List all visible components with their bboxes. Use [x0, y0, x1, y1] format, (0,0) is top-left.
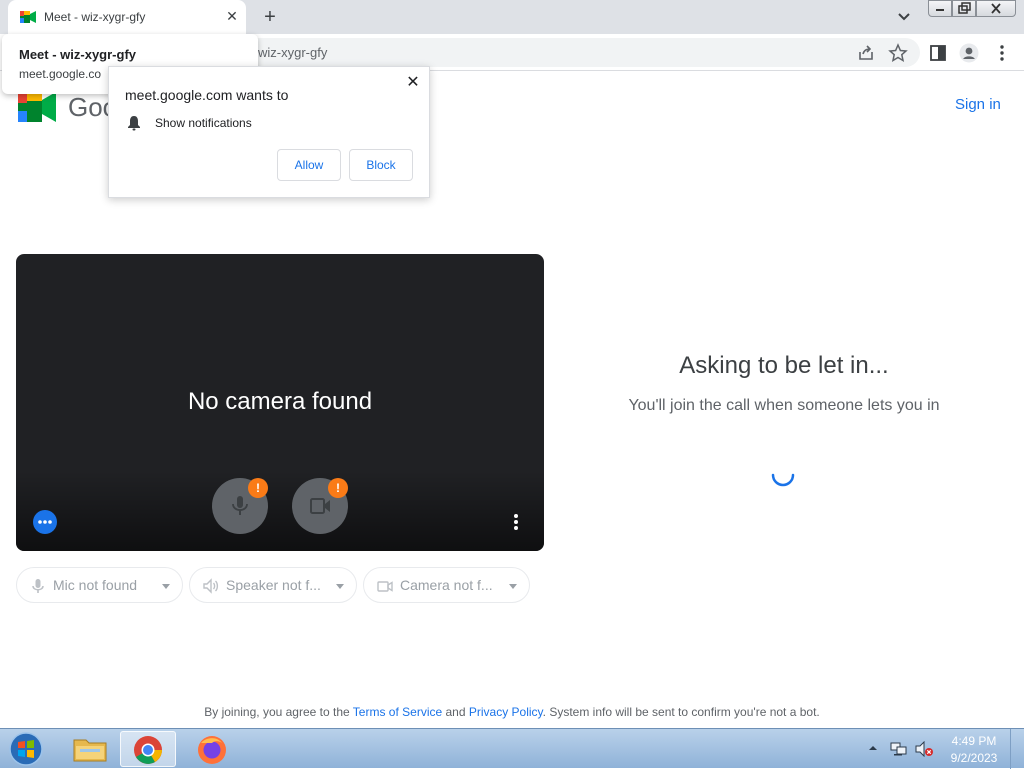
chrome-icon	[134, 736, 162, 764]
sign-in-link[interactable]: Sign in	[955, 96, 1001, 113]
terms-of-service-link[interactable]: Terms of Service	[353, 705, 442, 719]
speaker-device-label: Speaker not f...	[226, 577, 321, 593]
asking-subtitle: You'll join the call when someone lets y…	[628, 397, 940, 414]
camera-device-label: Camera not f...	[400, 577, 493, 593]
tab-meet[interactable]: Meet - wiz-xygr-gfy ✕	[8, 0, 246, 34]
close-icon	[991, 3, 1001, 14]
mic-device-select[interactable]: Mic not found	[16, 567, 183, 603]
show-hidden-icons-icon[interactable]	[868, 743, 878, 753]
video-bottom-gradient	[16, 471, 544, 551]
window-minimize-button[interactable]	[928, 0, 952, 17]
clock-time[interactable]: 4:49 PM	[946, 734, 1002, 748]
asking-title: Asking to be let in...	[679, 352, 889, 379]
hover-card-url: meet.google.co	[19, 67, 102, 81]
network-icon[interactable]	[890, 741, 908, 757]
hover-card-title: Meet - wiz-xygr-gfy	[19, 47, 137, 62]
tab-title: Meet - wiz-xygr-gfy	[44, 10, 146, 24]
permission-title: meet.google.com wants to	[125, 87, 289, 103]
window-close-button[interactable]	[976, 0, 1016, 17]
speaker-device-select[interactable]: Speaker not f...	[189, 567, 357, 603]
privacy-policy-link[interactable]: Privacy Policy	[469, 705, 543, 719]
permission-close-icon[interactable]: ✕	[405, 75, 421, 91]
new-tab-button[interactable]: +	[258, 6, 282, 28]
tab-strip: Meet - wiz-xygr-gfy ✕ +	[0, 0, 1024, 34]
footer-disclaimer: By joining, you agree to the Terms of Se…	[0, 705, 1024, 719]
address-bar-url[interactable]: wiz-xygr-gfy	[258, 45, 327, 60]
permission-request: Show notifications	[155, 116, 252, 130]
windows-start-icon[interactable]	[6, 731, 46, 767]
firefox-icon	[198, 736, 226, 764]
camera-warning-badge: !	[328, 478, 348, 498]
taskbar-firefox[interactable]	[184, 731, 240, 767]
restore-icon	[958, 2, 971, 14]
mic-device-label: Mic not found	[53, 577, 138, 593]
more-effects-button[interactable]	[33, 510, 57, 534]
clock-date[interactable]: 9/2/2023	[946, 751, 1002, 765]
taskbar-chrome[interactable]	[120, 731, 176, 767]
allow-button[interactable]: Allow	[277, 149, 341, 181]
no-camera-message: No camera found	[187, 388, 373, 415]
share-icon[interactable]	[856, 43, 876, 63]
footer-suffix: . System info will be sent to confirm yo…	[542, 705, 820, 719]
browser-menu-icon[interactable]	[992, 43, 1012, 63]
taskbar-file-explorer[interactable]	[62, 731, 118, 767]
profile-avatar-icon[interactable]	[959, 43, 979, 63]
chevron-down-icon	[336, 584, 344, 589]
footer-prefix: By joining, you agree to the	[204, 705, 353, 719]
camera-device-select[interactable]: Camera not f...	[363, 567, 530, 603]
speaker-icon	[203, 578, 219, 594]
more-options-icon[interactable]	[508, 512, 524, 532]
camera-icon	[377, 581, 393, 592]
bookmark-star-icon[interactable]	[888, 43, 908, 63]
block-button[interactable]: Block	[349, 149, 413, 181]
mic-warning-badge: !	[248, 478, 268, 498]
side-panel-icon[interactable]	[928, 43, 948, 63]
chevron-down-icon[interactable]	[894, 8, 914, 26]
chevron-down-icon	[162, 584, 170, 589]
mic-icon	[32, 579, 44, 593]
folder-icon	[73, 739, 107, 762]
video-preview: No camera found ! !	[16, 254, 544, 551]
windows-taskbar: 4:49 PM 9/2/2023	[0, 728, 1024, 769]
bell-icon	[128, 116, 140, 131]
google-meet-logo-icon	[18, 92, 56, 122]
window-restore-button[interactable]	[952, 0, 976, 17]
chevron-down-icon	[509, 584, 517, 589]
footer-and: and	[442, 705, 469, 719]
tab-close-icon[interactable]: ✕	[224, 8, 240, 24]
minimize-icon	[936, 9, 944, 11]
more-horizontal-icon	[38, 520, 52, 524]
loading-spinner-icon	[771, 473, 795, 487]
show-desktop-button[interactable]	[1010, 729, 1024, 769]
notification-permission-popup: meet.google.com wants to ✕ Show notifica…	[108, 66, 430, 198]
volume-muted-icon[interactable]	[914, 741, 934, 757]
meet-favicon-icon	[20, 11, 36, 23]
